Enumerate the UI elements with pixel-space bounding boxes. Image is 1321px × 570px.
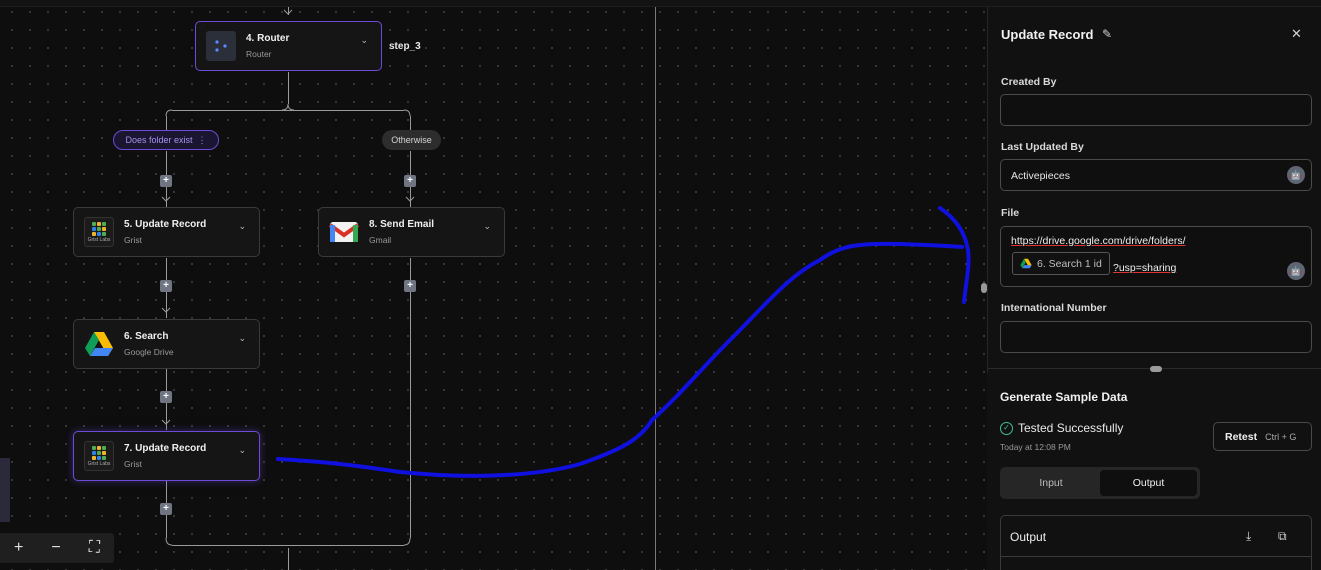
- retest-button[interactable]: Retest Ctrl + G: [1213, 422, 1312, 451]
- data-chip[interactable]: 6. Search 1 id: [1012, 252, 1110, 275]
- zoom-controls: + − ⛶: [0, 533, 114, 563]
- node-send-email[interactable]: 8. Send Email Gmail ⌄: [318, 207, 505, 257]
- copy-icon[interactable]: ⧉: [1278, 529, 1287, 544]
- file-url-part1: https://drive.google.com/drive/folders/: [1011, 235, 1186, 247]
- flow-canvas[interactable]: 4. Router Router ⌄ step_3 Does folder ex…: [0, 0, 987, 570]
- node-subtitle: Gmail: [369, 235, 392, 245]
- chevron-down-icon[interactable]: ⌄: [238, 221, 246, 232]
- close-icon[interactable]: ✕: [1291, 26, 1302, 42]
- node-title: 4. Router: [246, 33, 290, 44]
- branch-label-text: Otherwise: [391, 135, 432, 145]
- grist-icon: Grist Labs: [84, 441, 114, 471]
- sample-title: Generate Sample Data: [1000, 390, 1128, 404]
- robot-icon[interactable]: 🤖: [1287, 262, 1305, 280]
- node-router[interactable]: 4. Router Router ⌄: [195, 21, 382, 71]
- test-timestamp: Today at 12:08 PM: [1000, 442, 1071, 452]
- sample-data-section: Generate Sample Data ✓ Tested Successful…: [987, 373, 1321, 570]
- grist-icon-text: Grist Labs: [87, 460, 111, 467]
- edit-icon[interactable]: ✎: [1102, 27, 1112, 41]
- node-subtitle: Google Drive: [124, 347, 174, 357]
- add-step-button[interactable]: +: [404, 280, 416, 292]
- chevron-down-icon[interactable]: ⌄: [360, 35, 368, 46]
- branch-label-folder-exists[interactable]: Does folder exist ⋮: [113, 130, 219, 150]
- more-options-icon[interactable]: ⋮: [198, 135, 207, 146]
- field-label-file: File: [1001, 207, 1020, 219]
- panel-split-handle[interactable]: [1150, 366, 1162, 372]
- last-updated-by-input[interactable]: Activepieces 🤖: [1000, 159, 1312, 191]
- node-title: 8. Send Email: [369, 219, 435, 230]
- last-updated-by-value: Activepieces: [1011, 170, 1070, 182]
- wire-curves: [161, 9, 415, 546]
- output-box: Output ⤓ ⧉: [1000, 515, 1312, 570]
- guide-line: [655, 7, 656, 570]
- node-update-record-7[interactable]: Grist Labs 7. Update Record Grist ⌄: [73, 431, 260, 481]
- add-step-button[interactable]: +: [160, 503, 172, 515]
- download-icon[interactable]: ⤓: [1246, 529, 1251, 544]
- field-label-created-by: Created By: [1001, 76, 1057, 88]
- output-divider: [1001, 556, 1311, 557]
- node-subtitle: Grist: [124, 459, 142, 469]
- node-subtitle: Grist: [124, 235, 142, 245]
- test-status-text: Tested Successfully: [1018, 421, 1124, 435]
- tab-input[interactable]: Input: [1003, 470, 1099, 496]
- top-bar: [0, 0, 1321, 7]
- file-input[interactable]: https://drive.google.com/drive/folders/ …: [1000, 226, 1312, 287]
- step-label: step_3: [389, 41, 421, 52]
- add-step-button[interactable]: +: [160, 280, 172, 292]
- created-by-input[interactable]: [1000, 94, 1312, 126]
- grist-icon-text: Grist Labs: [87, 236, 111, 243]
- data-chip-label: 6. Search 1 id: [1037, 257, 1102, 270]
- router-icon: [206, 31, 236, 61]
- zoom-in-icon[interactable]: +: [14, 539, 23, 557]
- retest-label: Retest: [1225, 430, 1258, 443]
- robot-icon[interactable]: 🤖: [1287, 166, 1305, 184]
- node-update-record-5[interactable]: Grist Labs 5. Update Record Grist ⌄: [73, 207, 260, 257]
- file-url-part2: ?usp=sharing: [1113, 262, 1177, 274]
- retest-shortcut: Ctrl + G: [1265, 431, 1297, 442]
- output-label: Output: [1010, 530, 1047, 544]
- branch-label-text: Does folder exist: [125, 135, 193, 145]
- node-title: 6. Search: [124, 331, 169, 342]
- google-drive-icon: [84, 329, 114, 359]
- input-output-toggle: Input Output: [1000, 467, 1200, 499]
- grist-icon: Grist Labs: [84, 217, 114, 247]
- field-label-last-updated-by: Last Updated By: [1001, 141, 1084, 153]
- node-search[interactable]: 6. Search Google Drive ⌄: [73, 319, 260, 369]
- side-tab[interactable]: [0, 458, 10, 522]
- check-circle-icon: ✓: [1000, 421, 1013, 435]
- google-drive-icon: [1020, 258, 1032, 269]
- international-number-input[interactable]: [1000, 321, 1312, 353]
- fit-view-icon[interactable]: ⛶: [89, 539, 100, 557]
- chevron-down-icon[interactable]: ⌄: [483, 221, 491, 232]
- branch-label-otherwise[interactable]: Otherwise: [382, 130, 441, 150]
- chevron-down-icon[interactable]: ⌄: [238, 445, 246, 456]
- node-title: 7. Update Record: [124, 443, 207, 454]
- zoom-out-icon[interactable]: −: [51, 539, 60, 557]
- panel-title: Update Record: [1001, 27, 1094, 42]
- add-step-button[interactable]: +: [160, 175, 172, 187]
- add-step-button[interactable]: +: [404, 175, 416, 187]
- test-status: ✓ Tested Successfully: [1000, 421, 1123, 435]
- add-step-button[interactable]: +: [160, 391, 172, 403]
- field-label-international-number: International Number: [1001, 302, 1107, 314]
- tab-output[interactable]: Output: [1100, 470, 1197, 496]
- node-subtitle: Router: [246, 49, 272, 59]
- gmail-icon: [329, 217, 359, 247]
- chevron-down-icon[interactable]: ⌄: [238, 333, 246, 344]
- node-title: 5. Update Record: [124, 219, 207, 230]
